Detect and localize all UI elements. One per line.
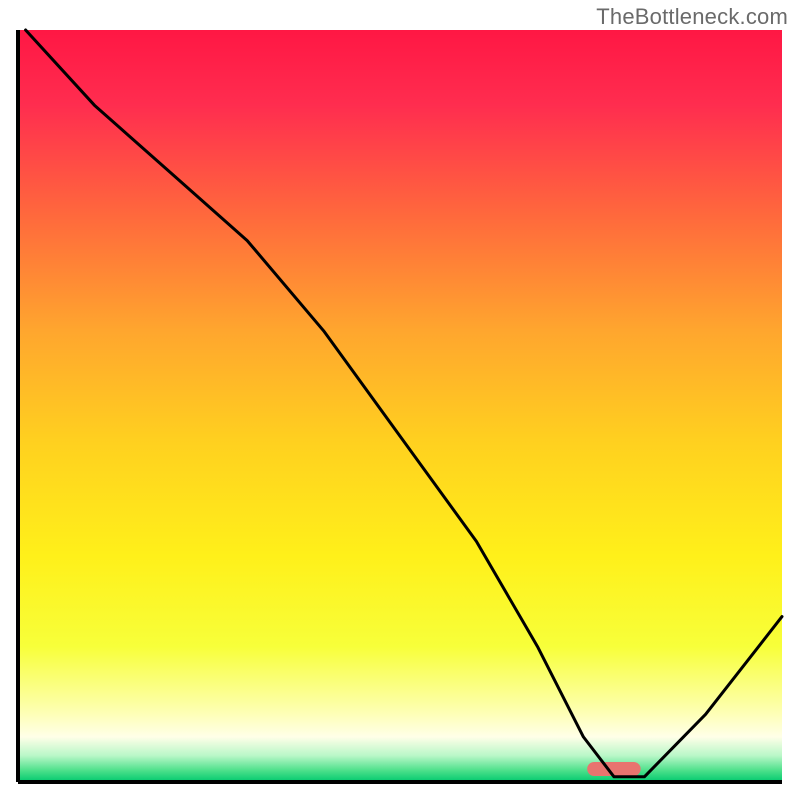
- bottleneck-chart: [0, 0, 800, 800]
- optimal-range-marker: [587, 762, 640, 776]
- gradient-background: [18, 30, 782, 782]
- chart-container: TheBottleneck.com: [0, 0, 800, 800]
